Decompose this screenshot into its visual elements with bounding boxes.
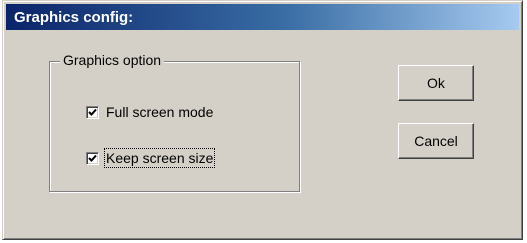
ok-button[interactable]: Ok [398,65,474,101]
checkmark-icon [88,154,97,162]
full-screen-mode-checkbox[interactable] [86,105,99,119]
full-screen-mode-option[interactable]: Full screen mode [86,102,213,122]
title-bar[interactable]: Graphics config: [6,4,519,30]
keep-screen-size-option[interactable]: Keep screen size [86,148,216,168]
graphics-config-dialog: Graphics config: Graphics option Full sc… [2,0,523,240]
checkmark-icon [88,108,97,116]
graphics-option-groupbox [49,61,300,192]
window-title: Graphics config: [14,9,134,26]
cancel-button[interactable]: Cancel [398,123,474,159]
keep-screen-size-label: Keep screen size [103,148,216,168]
keep-screen-size-checkbox[interactable] [86,151,99,165]
full-screen-mode-label: Full screen mode [106,104,214,120]
groupbox-label: Graphics option [60,52,165,68]
